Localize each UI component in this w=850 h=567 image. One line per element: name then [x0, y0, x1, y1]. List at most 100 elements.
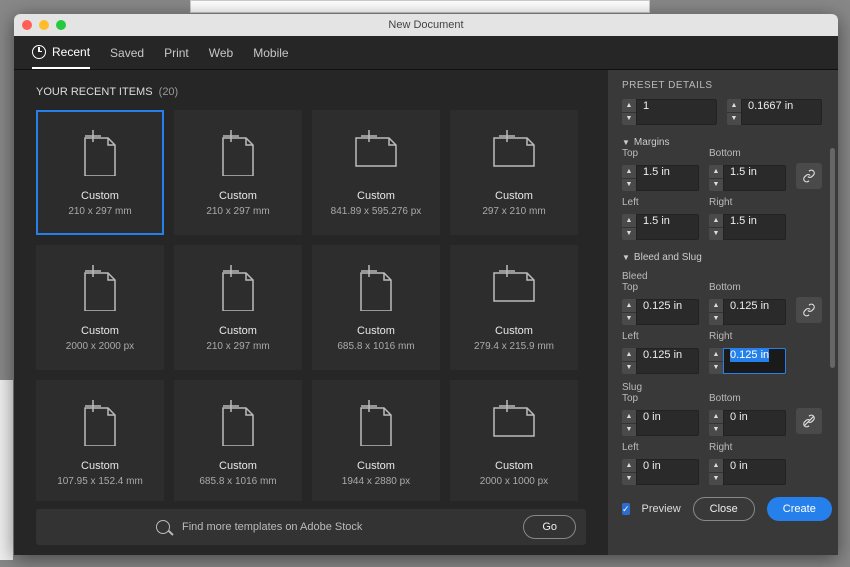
stepper-down-icon[interactable]: ▼	[622, 113, 636, 126]
preset-dimensions: 297 x 210 mm	[482, 206, 545, 217]
preset-card[interactable]: Custom 279.4 x 215.9 mm	[450, 245, 578, 370]
preset-label: Custom	[495, 190, 533, 202]
scrollbar-thumb[interactable]	[830, 148, 835, 368]
zoom-window-icon[interactable]	[56, 20, 66, 30]
slug-left-input[interactable]: 0 in	[636, 459, 699, 485]
search-icon	[156, 520, 170, 534]
preset-label: Custom	[219, 325, 257, 337]
preset-card[interactable]: Custom 685.8 x 1016 mm	[312, 245, 440, 370]
page-icon	[75, 263, 125, 311]
preset-card[interactable]: Custom 210 x 297 mm	[36, 110, 164, 235]
preset-card[interactable]: Custom 297 x 210 mm	[450, 110, 578, 235]
go-button[interactable]: Go	[523, 515, 576, 539]
page-icon	[489, 128, 539, 176]
page-icon	[351, 128, 401, 176]
page-icon	[213, 263, 263, 311]
category-tabs: Recent Saved Print Web Mobile	[14, 36, 838, 70]
preset-dimensions: 2000 x 2000 px	[66, 341, 134, 352]
page-icon	[213, 398, 263, 446]
page-icon	[489, 263, 539, 311]
preset-dimensions: 279.4 x 215.9 mm	[474, 341, 554, 352]
preset-card[interactable]: Custom 107.95 x 152.4 mm	[36, 380, 164, 501]
margins-disclosure[interactable]: ▼ Margins	[622, 137, 822, 148]
link-bleed-button[interactable]	[796, 297, 822, 323]
stepper-down-icon[interactable]: ▼	[727, 113, 741, 126]
close-button[interactable]: Close	[693, 497, 755, 521]
tab-saved[interactable]: Saved	[110, 36, 144, 69]
preset-card[interactable]: Custom 2000 x 2000 px	[36, 245, 164, 370]
bleed-left-input[interactable]: 0.125 in	[636, 348, 699, 374]
preset-dimensions: 685.8 x 1016 mm	[337, 341, 414, 352]
page-icon	[213, 128, 263, 176]
preset-dimensions: 210 x 297 mm	[206, 341, 269, 352]
preset-card[interactable]: Custom 1944 x 2880 px	[312, 380, 440, 501]
preset-details-header: PRESET DETAILS	[622, 80, 822, 91]
margin-top-input[interactable]: 1.5 in	[636, 165, 699, 191]
preset-details-panel: PRESET DETAILS ▲▼ 1 ▲▼ 0.1667 in ▼	[608, 70, 838, 555]
preset-label: Custom	[495, 325, 533, 337]
tab-print[interactable]: Print	[164, 36, 189, 69]
recent-icon	[32, 45, 46, 59]
new-document-dialog: New Document Recent Saved Print Web Mobi…	[14, 14, 838, 555]
margin-bottom-input[interactable]: 1.5 in	[723, 165, 786, 191]
page-icon	[75, 398, 125, 446]
page-icon	[351, 263, 401, 311]
preset-label: Custom	[81, 325, 119, 337]
chevron-down-icon: ▼	[622, 138, 630, 147]
gutter-field: ▲▼ 0.1667 in	[727, 99, 822, 125]
preset-label: Custom	[219, 460, 257, 472]
bleed-top-input[interactable]: 0.125 in	[636, 299, 699, 325]
stock-search-bar[interactable]: Find more templates on Adobe Stock Go	[36, 509, 586, 545]
preset-label: Custom	[219, 190, 257, 202]
preset-card[interactable]: Custom 210 x 297 mm	[174, 245, 302, 370]
preview-label: Preview	[642, 503, 681, 515]
margin-right-input[interactable]: 1.5 in	[723, 214, 786, 240]
preset-dimensions: 841.89 x 595.276 px	[331, 206, 422, 217]
create-button[interactable]: Create	[767, 497, 832, 521]
link-slug-button[interactable]	[796, 408, 822, 434]
margin-left-input[interactable]: 1.5 in	[636, 214, 699, 240]
tab-recent[interactable]: Recent	[32, 36, 90, 69]
recent-items-header: YOUR RECENT ITEMS (20)	[14, 80, 608, 110]
preset-dimensions: 2000 x 1000 px	[480, 476, 548, 487]
minimize-window-icon[interactable]	[39, 20, 49, 30]
search-placeholder: Find more templates on Adobe Stock	[182, 521, 511, 533]
preset-label: Custom	[81, 460, 119, 472]
presets-panel: YOUR RECENT ITEMS (20) Custom 210 x 297 …	[14, 70, 608, 555]
preset-label: Custom	[357, 190, 395, 202]
pages-input[interactable]: 1	[636, 99, 717, 125]
slug-bottom-input[interactable]: 0 in	[723, 410, 786, 436]
preset-card[interactable]: Custom 685.8 x 1016 mm	[174, 380, 302, 501]
preset-dimensions: 1944 x 2880 px	[342, 476, 410, 487]
titlebar: New Document	[14, 14, 838, 36]
tab-mobile[interactable]: Mobile	[253, 36, 288, 69]
preset-card[interactable]: Custom 841.89 x 595.276 px	[312, 110, 440, 235]
preset-dimensions: 685.8 x 1016 mm	[199, 476, 276, 487]
pages-field: ▲▼ 1	[622, 99, 717, 125]
window-title: New Document	[14, 19, 838, 31]
page-icon	[351, 398, 401, 446]
preset-label: Custom	[81, 190, 119, 202]
link-margins-button[interactable]	[796, 163, 822, 189]
bleed-bottom-input[interactable]: 0.125 in	[723, 299, 786, 325]
preset-label: Custom	[357, 460, 395, 472]
preset-grid: Custom 210 x 297 mm Custom 210 x 297 mm …	[14, 110, 608, 501]
preset-dimensions: 210 x 297 mm	[68, 206, 131, 217]
close-window-icon[interactable]	[22, 20, 32, 30]
chevron-down-icon: ▼	[622, 253, 630, 262]
gutter-input[interactable]: 0.1667 in	[741, 99, 822, 125]
tab-web[interactable]: Web	[209, 36, 233, 69]
stepper-up-icon[interactable]: ▲	[622, 99, 636, 113]
page-icon	[489, 398, 539, 446]
preset-dimensions: 107.95 x 152.4 mm	[57, 476, 143, 487]
bleed-slug-disclosure[interactable]: ▼ Bleed and Slug	[622, 252, 822, 263]
preview-checkbox[interactable]: ✓	[622, 503, 630, 515]
slug-right-input[interactable]: 0 in	[723, 459, 786, 485]
stepper-up-icon[interactable]: ▲	[727, 99, 741, 113]
preset-label: Custom	[495, 460, 533, 472]
preset-dimensions: 210 x 297 mm	[206, 206, 269, 217]
preset-card[interactable]: Custom 2000 x 1000 px	[450, 380, 578, 501]
slug-top-input[interactable]: 0 in	[636, 410, 699, 436]
bleed-right-input[interactable]: 0.125 in	[723, 348, 786, 374]
preset-card[interactable]: Custom 210 x 297 mm	[174, 110, 302, 235]
